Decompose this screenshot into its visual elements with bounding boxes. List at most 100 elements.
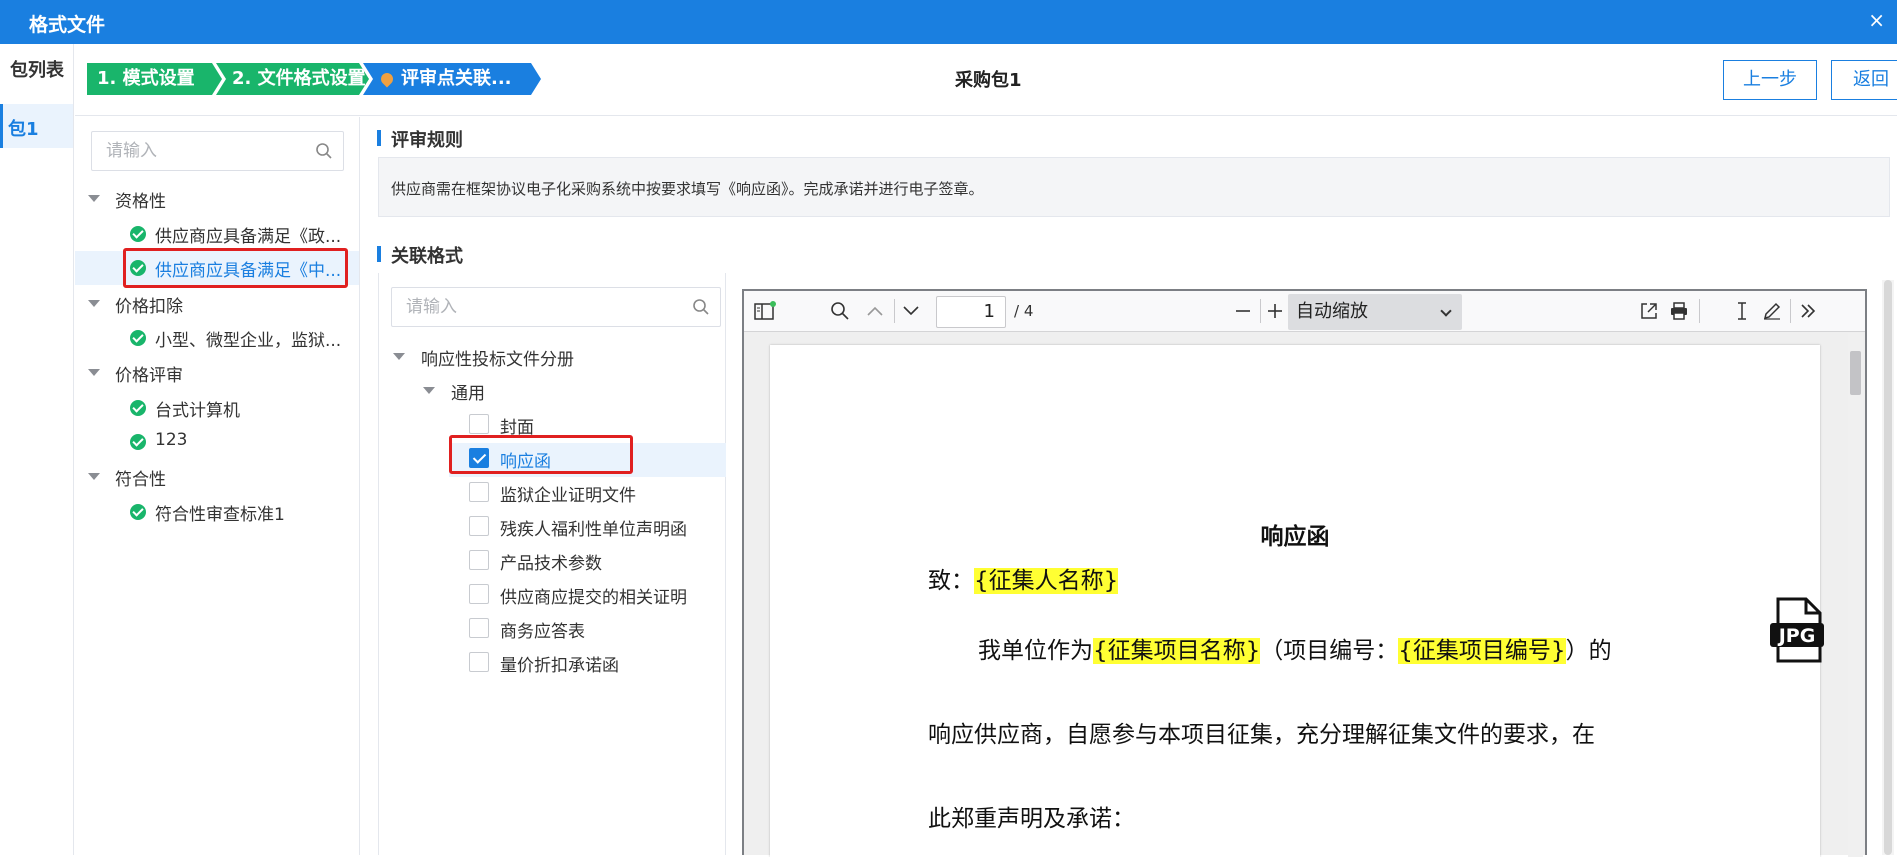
page-count: / 4 [1014, 302, 1034, 320]
check-circle-icon [130, 226, 146, 242]
package-list-heading: 包列表 [10, 60, 64, 81]
tree-item[interactable]: 台式计算机 [155, 396, 240, 421]
format-item[interactable]: 残疾人福利性单位声明函 [500, 515, 687, 540]
placeholder-field: {征集项目名称} [1093, 638, 1261, 664]
collapse-caret-icon[interactable] [423, 387, 435, 394]
toolbar-separator [1790, 299, 1791, 323]
page-number-input[interactable]: 1 [936, 296, 1006, 328]
pdf-page: 响应函 致：{征集人名称} 我单位作为{征集项目名称}（项目编号：{征集项目编号… [770, 345, 1824, 857]
placeholder-field: {征集项目编号} [1398, 638, 1566, 664]
review-point-search-input[interactable] [92, 132, 343, 170]
chevron-down-icon [1440, 305, 1452, 317]
next-page-icon[interactable] [902, 301, 920, 321]
zoom-select-value: 自动缩放 [1296, 301, 1368, 322]
review-point-search [91, 131, 344, 171]
search-icon[interactable] [830, 301, 850, 321]
tree-item[interactable]: 123 [155, 430, 187, 450]
print-icon[interactable] [1669, 301, 1689, 321]
package-item[interactable]: 包1 [0, 104, 73, 148]
annotation-highlight-box [449, 435, 633, 474]
document-line-body: 响应供应商，自愿参与本项目征集，充分理解征集文件的要求，在 [928, 722, 1595, 748]
tree-item[interactable]: 供应商应具备满足《政... [155, 222, 341, 247]
format-search-input[interactable] [392, 288, 720, 326]
format-tree-group[interactable]: 通用 [451, 379, 485, 404]
toolbar-separator [1260, 299, 1261, 323]
format-search [391, 287, 721, 327]
body-text: ）的 [1565, 638, 1612, 664]
document-title: 响应函 [1260, 524, 1330, 550]
prev-page-icon[interactable] [866, 301, 884, 321]
format-tree-root[interactable]: 响应性投标文件分册 [421, 345, 574, 370]
step-header: 1. 模式设置 2. 文件格式设置 评审点关联... 采购包1 上一步 返回 [75, 44, 1897, 116]
page-scrollbar[interactable] [1882, 280, 1894, 855]
pdf-viewer: 1 / 4 自动缩放 响应函 致：{征集人名称} 我单位作为{征集项目名称}（项… [742, 289, 1867, 857]
window-titlebar: 格式文件 × [0, 0, 1897, 44]
tree-group-qualification[interactable]: 资格性 [115, 187, 166, 212]
format-tree-panel: 响应性投标文件分册 通用 封面 响应函 监狱企业证明文件 残疾人福利性单位声明函… [378, 273, 726, 855]
document-line-body: 我单位作为{征集项目名称}（项目编号：{征集项目编号}）的 [978, 631, 1612, 665]
format-checkbox[interactable] [469, 618, 489, 638]
recipient-prefix: 致： [928, 568, 974, 594]
document-line-body: 此郑重声明及承诺： [928, 806, 1135, 832]
toolbar-separator [894, 299, 895, 323]
zoom-out-icon[interactable] [1234, 301, 1252, 321]
pdf-toolbar: 1 / 4 自动缩放 [744, 291, 1865, 332]
close-icon[interactable]: × [1868, 8, 1885, 32]
review-point-tree-panel: 资格性 供应商应具备满足《政... 供应商应具备满足《中... 价格扣除 小型、… [75, 117, 360, 855]
window-title: 格式文件 [29, 14, 106, 36]
pdf-scrollbar-thumb[interactable] [1850, 351, 1861, 395]
tree-group-price-deduction[interactable]: 价格扣除 [115, 292, 183, 317]
placeholder-field: {征集人名称} [974, 568, 1119, 594]
annotation-highlight-box [123, 248, 348, 288]
package-title: 采购包1 [955, 70, 1022, 91]
collapse-caret-icon[interactable] [88, 300, 100, 307]
review-rule-title: 评审规则 [377, 126, 463, 152]
tree-group-price-review[interactable]: 价格评审 [115, 361, 183, 386]
toolbar-separator [1699, 299, 1700, 323]
tree-group-compliance[interactable]: 符合性 [115, 465, 166, 490]
check-circle-icon [130, 330, 146, 346]
format-item[interactable]: 监狱企业证明文件 [500, 481, 636, 506]
format-checkbox[interactable] [469, 414, 489, 434]
more-tools-icon[interactable] [1798, 301, 1818, 321]
package-list-panel: 包列表 包1 [0, 44, 74, 855]
tree-item[interactable]: 符合性审查标准1 [155, 500, 285, 525]
check-circle-icon [130, 434, 146, 450]
format-checkbox[interactable] [469, 482, 489, 502]
step-file-format-settings[interactable]: 2. 文件格式设置 [216, 63, 369, 95]
previous-step-button[interactable]: 上一步 [1723, 60, 1817, 100]
collapse-caret-icon[interactable] [393, 353, 405, 360]
step-mode-settings[interactable]: 1. 模式设置 [87, 63, 222, 95]
pdf-scrollbar[interactable] [1848, 333, 1863, 857]
zoom-in-icon[interactable] [1266, 301, 1284, 321]
format-item[interactable]: 量价折扣承诺函 [500, 651, 619, 676]
format-item[interactable]: 商务应答表 [500, 617, 585, 642]
edit-icon[interactable] [1762, 301, 1782, 321]
collapse-caret-icon[interactable] [88, 473, 100, 480]
collapse-caret-icon[interactable] [88, 195, 100, 202]
check-circle-icon [130, 400, 146, 416]
search-icon[interactable] [315, 142, 333, 160]
search-icon[interactable] [692, 298, 710, 316]
back-button[interactable]: 返回 [1831, 60, 1897, 100]
sidebar-toggle-icon[interactable] [754, 301, 776, 321]
zoom-select[interactable]: 自动缩放 [1288, 294, 1462, 330]
collapse-caret-icon[interactable] [88, 369, 100, 376]
document-line-recipient: 致：{征集人名称} [928, 561, 1119, 595]
step-review-point-link[interactable]: 评审点关联... [363, 63, 541, 95]
format-checkbox[interactable] [469, 550, 489, 570]
format-checkbox[interactable] [469, 516, 489, 536]
body-text: 我单位作为 [978, 638, 1093, 664]
format-checkbox[interactable] [469, 584, 489, 604]
format-item[interactable]: 产品技术参数 [500, 549, 602, 574]
format-item[interactable]: 供应商应提交的相关证明 [500, 583, 687, 608]
page-scrollbar-thumb[interactable] [1884, 280, 1892, 855]
jpg-file-icon: JPG [1770, 597, 1824, 663]
step-review-point-link-label: 评审点关联... [401, 68, 512, 89]
format-checkbox[interactable] [469, 652, 489, 672]
tree-item[interactable]: 小型、微型企业，监狱... [155, 326, 341, 351]
open-file-icon[interactable] [1639, 301, 1659, 321]
review-rule-text: 供应商需在框架协议电子化采购系统中按要求填写《响应函》。完成承诺并进行电子签章。 [378, 157, 1890, 217]
body-text: （项目编号： [1260, 638, 1399, 664]
text-select-icon[interactable] [1734, 301, 1750, 321]
